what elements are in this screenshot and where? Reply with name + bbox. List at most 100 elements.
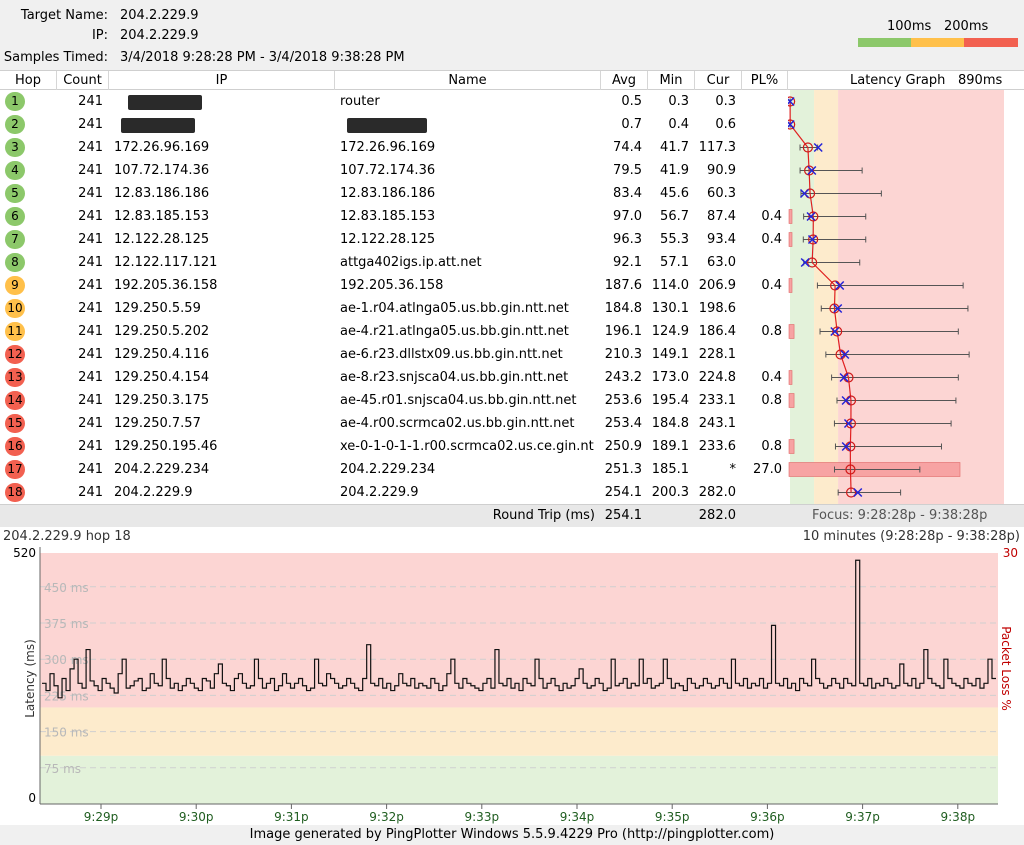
table-row[interactable]: 12 241 129.250.4.116 ae-6.r23.dllstx09.us.b…: [0, 343, 788, 366]
packet-loss-cell: [742, 481, 788, 504]
graph-zone-red: [838, 90, 1004, 504]
table-row[interactable]: 5 241 12.83.186.186 12.83.186.186 83.4 45.6 60…: [0, 182, 788, 205]
latency-legend-labels: 100ms 200ms: [858, 19, 1018, 35]
hostname-cell: xe-0-1-0-1-1.r00.scrmca02.us.ce.gin.nt: [340, 439, 594, 454]
hop-number-badge: 1: [5, 92, 25, 111]
cur-cell: 282.0: [698, 485, 736, 500]
x-tick-label: 9:38p: [941, 810, 976, 824]
latency-graph: [788, 90, 1024, 504]
col-header-ip[interactable]: IP: [109, 71, 335, 90]
table-row[interactable]: 11 241 129.250.5.202 ae-4.r21.atlnga05.us.b…: [0, 320, 788, 343]
avg-cell: 79.5: [613, 163, 642, 178]
x-tick-label: 9:37p: [845, 810, 880, 824]
count-cell: 241: [78, 163, 103, 178]
gridline-label: 375 ms: [44, 617, 89, 631]
table-row[interactable]: 13 241 129.250.4.154 ae-8.r23.snjsca04.us.b…: [0, 366, 788, 389]
count-cell: 241: [78, 232, 103, 247]
ip-cell: 129.250.3.175: [114, 393, 210, 408]
table-row[interactable]: 6 241 12.83.185.153 12.83.185.153 97.0 56.7 87…: [0, 205, 788, 228]
table-footer: Round Trip (ms) 254.1 282.0 Focus: 9:28:…: [0, 504, 1024, 527]
table-row[interactable]: 15 241 129.250.7.57 ae-4.r00.scrmca02.us.bb…: [0, 412, 788, 435]
packet-loss-bar: [788, 324, 795, 339]
timeline-chart[interactable]: 450 ms 375 ms 300 ms 225 ms 150 ms 75 ms 520 0 3…: [0, 527, 1024, 825]
col-header-count[interactable]: Count: [57, 71, 109, 90]
cur-cell: 198.6: [698, 301, 736, 316]
hostname-cell: ae-6.r23.dllstx09.us.bb.gin.ntt.net: [340, 347, 563, 362]
x-tick-label: 9:36p: [750, 810, 785, 824]
min-cell: 124.9: [651, 324, 689, 339]
hop-number-badge: 3: [5, 138, 25, 157]
table-row[interactable]: 2 241 0.7 0.4 0.6: [0, 113, 788, 136]
min-cell: 41.9: [660, 163, 689, 178]
col-header-name[interactable]: Name: [335, 71, 601, 90]
table-row[interactable]: 18 241 204.2.229.9 204.2.229.9 254.1 200.3 282…: [0, 481, 788, 504]
cur-cell: 243.1: [698, 416, 736, 431]
table-row[interactable]: 17 241 204.2.229.234 204.2.229.234 251.3 185.…: [0, 458, 788, 481]
hostname-cell: 107.72.174.36: [340, 163, 436, 178]
hop-number-badge: 4: [5, 161, 25, 180]
count-cell: 241: [78, 485, 103, 500]
hop-number-badge: 18: [5, 483, 25, 502]
packet-loss-cell: [742, 90, 788, 113]
hop-number-badge: 5: [5, 184, 25, 203]
cur-cell: 0.6: [715, 117, 736, 132]
col-header-avg[interactable]: Avg: [601, 71, 648, 90]
avg-cell: 196.1: [604, 324, 642, 339]
table-row[interactable]: 8 241 12.122.117.121 attga402igs.ip.att.net…: [0, 251, 788, 274]
y-axis-min-label: 0: [28, 791, 36, 805]
table-row[interactable]: 4 241 107.72.174.36 107.72.174.36 79.5 41.9 90…: [0, 159, 788, 182]
hostname-cell: 204.2.229.234: [340, 462, 436, 477]
min-cell: 57.1: [660, 255, 689, 270]
col-header-cur[interactable]: Cur: [695, 71, 742, 90]
packet-loss-bar: [788, 209, 793, 224]
cur-cell: 60.3: [707, 186, 736, 201]
table-row[interactable]: 1 241 router 0.5 0.3 0.3: [0, 90, 788, 113]
col-header-min[interactable]: Min: [648, 71, 695, 90]
cur-cell: 233.1: [698, 393, 736, 408]
count-cell: 241: [78, 140, 103, 155]
min-cell: 114.0: [651, 278, 689, 293]
legend-label-200ms: 200ms: [944, 19, 989, 34]
ip-cell: 129.250.195.46: [114, 439, 218, 454]
timeline-chart-panel: 204.2.229.9 hop 18 10 minutes (9:28:28p …: [0, 527, 1024, 825]
hostname-cell: [335, 113, 601, 136]
hostname-cell: ae-1.r04.atlnga05.us.bb.gin.ntt.net: [340, 301, 569, 316]
x-tick-label: 9:34p: [560, 810, 595, 824]
hop-number-badge: 12: [5, 345, 25, 364]
samples-timed-value: 3/4/2018 9:28:28 PM - 3/4/2018 9:38:28 P…: [120, 50, 405, 65]
target-name-value: 204.2.229.9: [120, 8, 199, 23]
redacted-ip-block: [128, 95, 202, 110]
count-cell: 241: [78, 439, 103, 454]
table-row[interactable]: 14 241 129.250.3.175 ae-45.r01.snjsca04.us.…: [0, 389, 788, 412]
generated-by-footer: Image generated by PingPlotter Windows 5…: [0, 825, 1024, 845]
hop-number-badge: 14: [5, 391, 25, 410]
table-row[interactable]: 9 241 192.205.36.158 192.205.36.158 187.6 114…: [0, 274, 788, 297]
hostname-cell: ae-4.r21.atlnga05.us.bb.gin.ntt.net: [340, 324, 569, 339]
table-row[interactable]: 7 241 12.122.28.125 12.122.28.125 96.3 55.3 93…: [0, 228, 788, 251]
latency-zone: [40, 755, 998, 804]
packet-loss-bar: [788, 439, 795, 454]
col-header-hop[interactable]: Hop: [0, 71, 57, 90]
table-row[interactable]: 16 241 129.250.195.46 xe-0-1-0-1-1.r00.scrm…: [0, 435, 788, 458]
count-cell: 241: [78, 416, 103, 431]
cur-cell: 233.6: [698, 439, 736, 454]
count-cell: 241: [78, 186, 103, 201]
count-cell: 241: [78, 255, 103, 270]
min-cell: 149.1: [651, 347, 689, 362]
col-header-latency-graph[interactable]: Latency Graph 890ms: [788, 71, 1024, 90]
target-ip-label: IP:: [91, 28, 108, 43]
table-row[interactable]: 3 241 172.26.96.169 172.26.96.169 74.4 41.7 11…: [0, 136, 788, 159]
avg-cell: 83.4: [613, 186, 642, 201]
ip-cell: [109, 113, 335, 136]
hostname-cell: ae-4.r00.scrmca02.us.bb.gin.ntt.net: [340, 416, 575, 431]
round-trip-avg: 254.1: [604, 508, 642, 523]
ip-cell: 204.2.229.234: [114, 462, 210, 477]
count-cell: 241: [78, 393, 103, 408]
latency-graph-title: Latency Graph: [850, 73, 946, 88]
packet-loss-cell: 0.8: [761, 439, 782, 454]
col-header-pl[interactable]: PL%: [742, 71, 788, 90]
hop-number-badge: 13: [5, 368, 25, 387]
count-cell: 241: [78, 278, 103, 293]
min-cell: 130.1: [651, 301, 689, 316]
table-row[interactable]: 10 241 129.250.5.59 ae-1.r04.atlnga05.us.bb…: [0, 297, 788, 320]
